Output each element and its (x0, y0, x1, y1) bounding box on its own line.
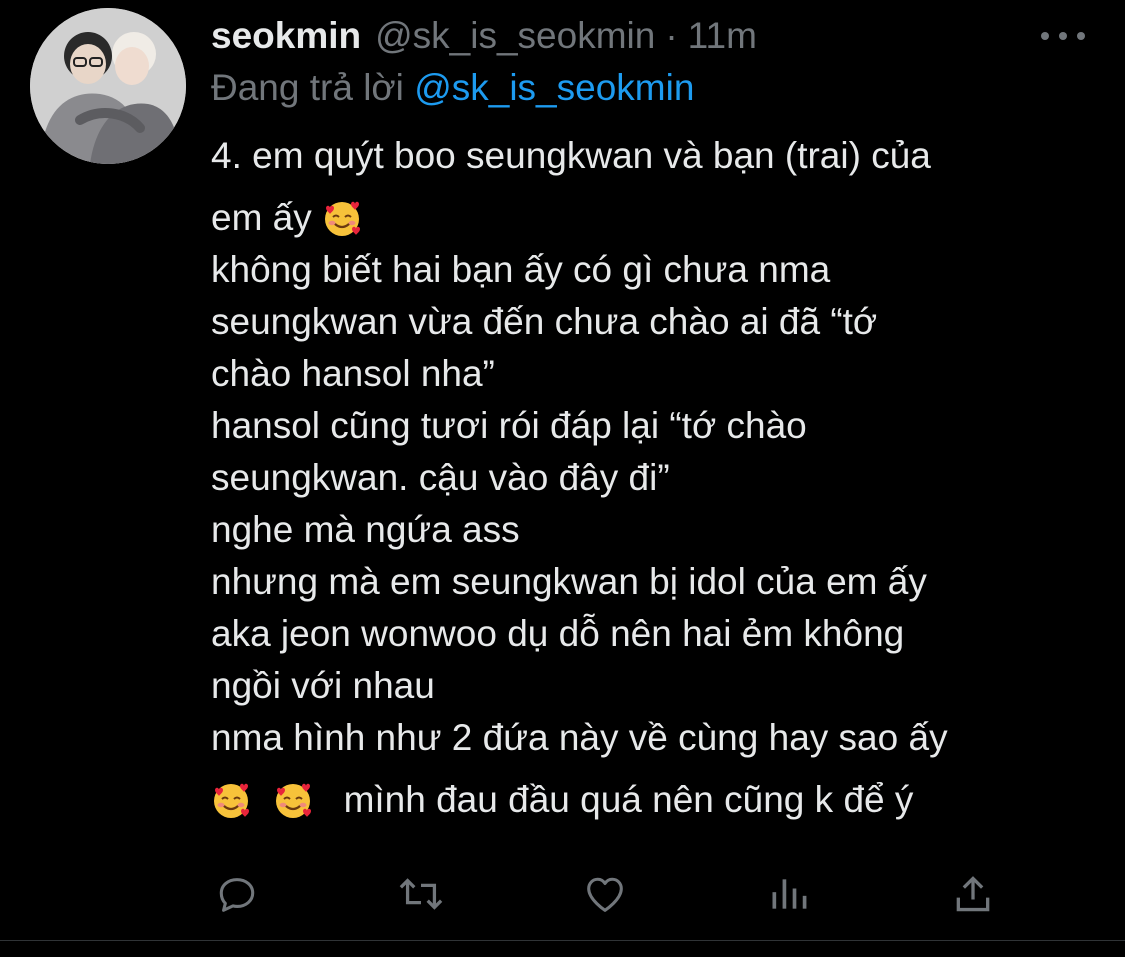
smiling-face-with-hearts-icon (214, 783, 249, 818)
tweet-line: seungkwan. cậu vào đây đi” (211, 457, 670, 498)
tweet-line: chào hansol nha” (211, 353, 495, 394)
retweet-button[interactable] (395, 868, 447, 920)
more-dot (1059, 32, 1067, 40)
tweet-line: em ấy (211, 192, 1101, 244)
separator-dot: · (665, 15, 678, 56)
retweet-icon (399, 878, 443, 910)
more-dot (1041, 32, 1049, 40)
bottom-divider (0, 940, 1125, 941)
tweet-line: không biết hai bạn ấy có gì chưa nma (211, 249, 831, 290)
tweet-header: seokmin @sk_is_seokmin · 11m (211, 10, 1085, 62)
tweet-line: nhưng mà em seungkwan bị idol của em ấy (211, 561, 927, 602)
analytics-button[interactable] (763, 868, 815, 920)
tweet-timestamp[interactable]: 11m (688, 10, 757, 62)
tweet-actions (211, 868, 1001, 920)
tweet-line: mình đau đầu quá nên cũng k để ý (211, 774, 1101, 826)
reply-to-handle[interactable]: @sk_is_seokmin (414, 67, 694, 108)
tweet-line: hansol cũng tươi rói đáp lại “tớ chào (211, 405, 807, 446)
tweet-text: 4. em quýt boo seungkwan và bạn (trai) c… (211, 130, 1101, 826)
analytics-icon (772, 879, 807, 909)
tweet-line: nghe mà ngứa ass (211, 509, 520, 550)
author-name[interactable]: seokmin (211, 10, 361, 62)
smiling-face-with-hearts-icon (325, 201, 361, 236)
smiling-face-with-hearts-icon (276, 783, 312, 818)
tweet-line: nma hình như 2 đứa này về cùng hay sao ấ… (211, 717, 948, 758)
tweet-line: aka jeon wonwoo dụ dỗ nên hai ẻm không (211, 613, 905, 654)
tweet-line: 4. em quýt boo seungkwan và bạn (trai) c… (211, 135, 931, 176)
replying-to: Đang trả lời @sk_is_seokmin (211, 62, 694, 114)
reply-button[interactable] (211, 868, 263, 920)
reply-prefix: Đang trả lời (211, 67, 404, 108)
author-handle[interactable]: @sk_is_seokmin (375, 10, 655, 62)
avatar-photo (30, 8, 186, 164)
reply-icon (219, 878, 255, 912)
share-button[interactable] (947, 868, 999, 920)
more-dot (1077, 32, 1085, 40)
like-button[interactable] (579, 868, 631, 920)
tweet-line: seungkwan vừa đến chưa chào ai đã “tớ (211, 301, 878, 342)
avatar[interactable] (30, 8, 186, 164)
more-options-button[interactable] (1041, 22, 1085, 50)
share-icon (956, 876, 990, 912)
heart-icon (587, 877, 623, 912)
tweet-line: ngồi với nhau (211, 665, 435, 706)
